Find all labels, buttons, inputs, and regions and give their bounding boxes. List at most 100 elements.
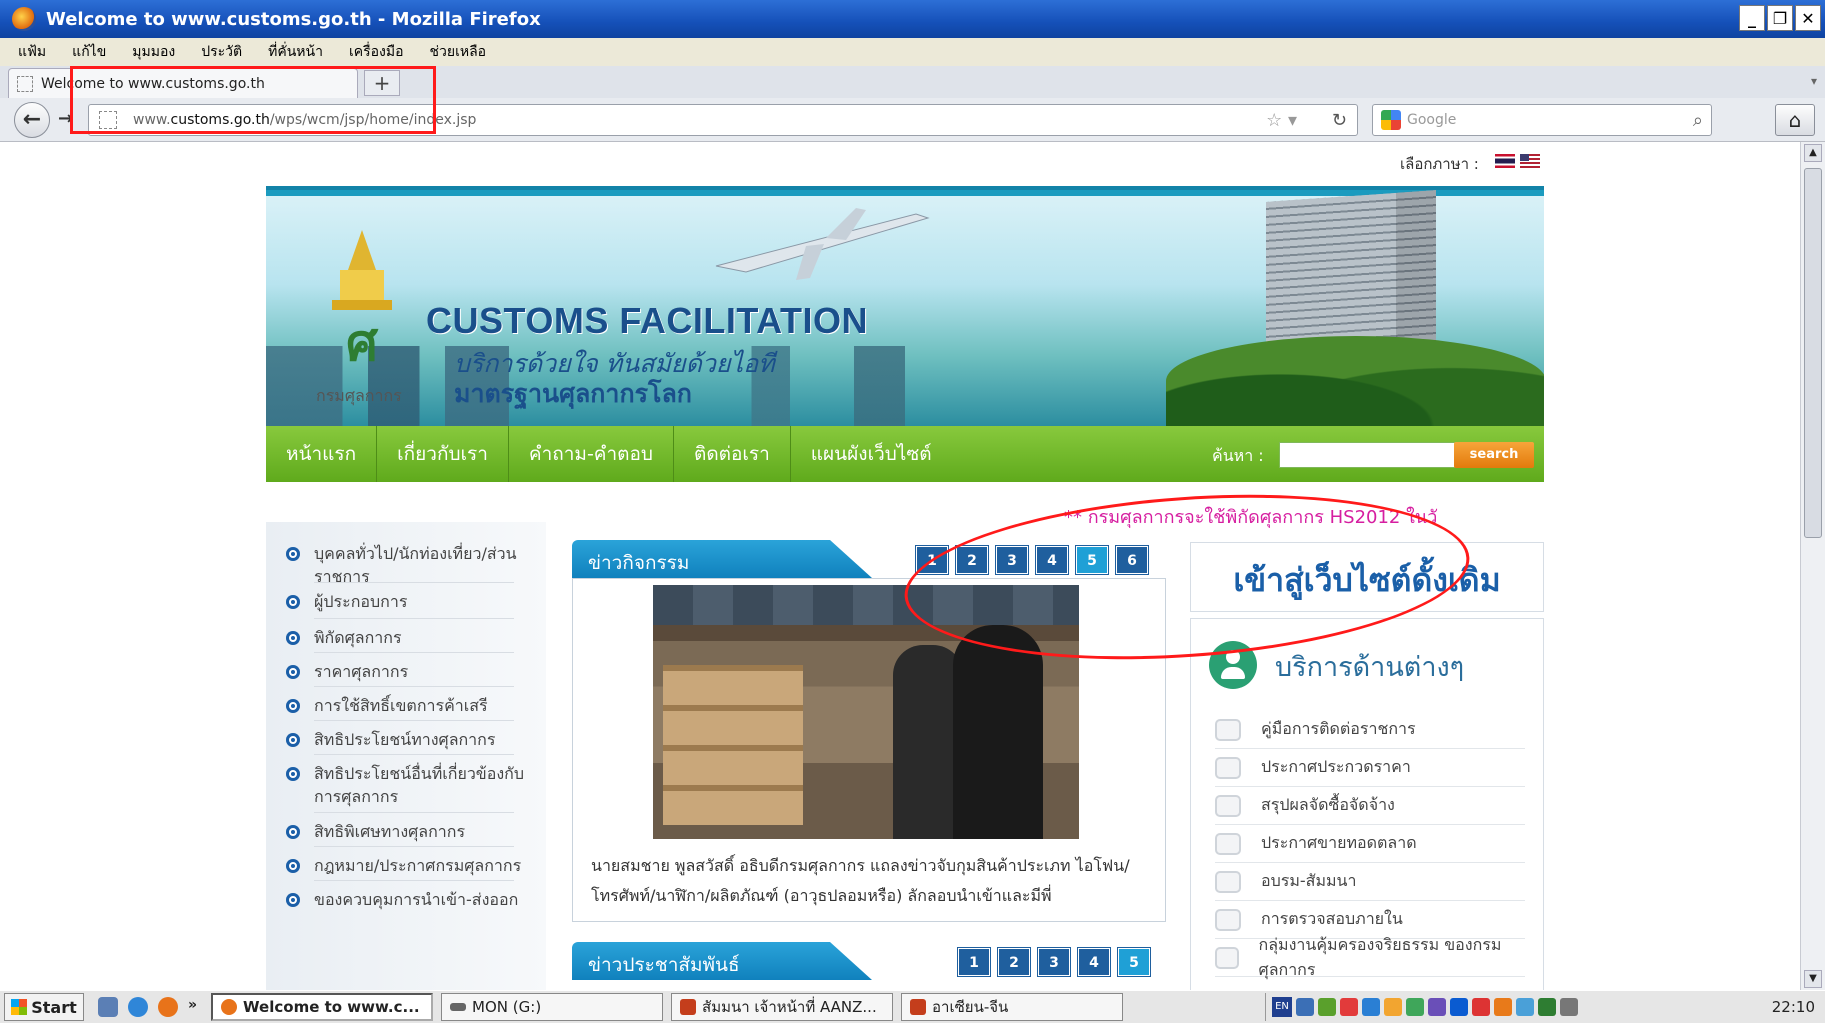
system-tray: EN 22:10 xyxy=(1265,993,1825,1021)
tray-icon[interactable] xyxy=(1340,998,1358,1016)
menu-divider xyxy=(314,582,514,583)
url-highlight-rectangle xyxy=(70,66,436,134)
back-button[interactable]: ← xyxy=(14,102,50,138)
site-search-button[interactable]: search xyxy=(1454,442,1534,468)
menu-history[interactable]: ประวัติ xyxy=(201,41,242,63)
document-icon xyxy=(1215,946,1239,969)
nav-home[interactable]: หน้าแรก xyxy=(266,426,378,482)
service-link[interactable]: คู่มือการติดต่อราชการ xyxy=(1215,711,1525,749)
tray-icon[interactable] xyxy=(1560,998,1578,1016)
nav-contact[interactable]: ติดต่อเรา xyxy=(674,426,791,482)
services-panel: บริการด้านต่างๆ คู่มือการติดต่อราชการ ประ… xyxy=(1190,618,1544,990)
search-placeholder: Google xyxy=(1407,112,1457,128)
pr-page-button[interactable]: 1 xyxy=(958,948,990,976)
nav-sitemap[interactable]: แผนผังเว็บไซต์ xyxy=(791,426,952,482)
language-indicator[interactable]: EN xyxy=(1272,997,1292,1017)
left-menu-label: สิทธิพิเศษทางศุลกากร xyxy=(314,822,466,841)
taskbar-item-powerpoint-2[interactable]: อาเซียน-จีน xyxy=(901,993,1124,1021)
tray-icon[interactable] xyxy=(1494,998,1512,1016)
home-button[interactable]: ⌂ xyxy=(1775,104,1815,136)
left-menu-item[interactable]: สิทธิพิเศษทางศุลกากร xyxy=(286,820,526,843)
services-title: บริการด้านต่างๆ xyxy=(1275,652,1465,683)
service-link[interactable]: ประกาศขายทอดตลาด xyxy=(1215,825,1525,863)
menu-tools[interactable]: เครื่องมือ xyxy=(349,41,404,63)
magnifier-icon[interactable]: ⌕ xyxy=(1693,110,1703,131)
thai-flag-icon[interactable] xyxy=(1495,154,1515,168)
news-caption[interactable]: นายสมชาย พูลสวัสดิ์ อธิบดีกรมศุลกากร แถล… xyxy=(591,851,1151,917)
nav-about[interactable]: เกี่ยวกับเรา xyxy=(377,426,509,482)
pr-page-button[interactable]: 3 xyxy=(1038,948,1070,976)
vertical-scrollbar[interactable]: ▲ ▼ xyxy=(1800,142,1825,990)
left-menu-item[interactable]: พิกัดศุลกากร xyxy=(286,626,526,649)
bluetooth-icon[interactable] xyxy=(1450,998,1468,1016)
scroll-up-icon[interactable]: ▲ xyxy=(1804,144,1822,162)
tray-icon[interactable] xyxy=(1472,998,1490,1016)
bookmark-star-icon[interactable]: ☆ ▾ xyxy=(1266,110,1297,131)
left-menu-item[interactable]: กฎหมาย/ประกาศกรมศุลกากร xyxy=(286,854,526,877)
taskbar-clock[interactable]: 22:10 xyxy=(1772,998,1815,1016)
quick-launch-more[interactable]: » xyxy=(188,997,197,1017)
restore-button[interactable]: ❐ xyxy=(1767,5,1793,31)
service-label: กลุ่มงานคุ้มครองจริยธรรม ของกรมศุลกากร xyxy=(1258,934,1502,979)
pr-page-button[interactable]: 4 xyxy=(1078,948,1110,976)
banner-headline: CUSTOMS FACILITATION xyxy=(426,300,868,341)
minimize-button[interactable]: _ xyxy=(1739,5,1765,31)
menu-divider xyxy=(314,618,514,619)
left-menu-item[interactable]: สิทธิประโยชน์ทางศุลกากร xyxy=(286,728,526,751)
tray-icon[interactable] xyxy=(1406,998,1424,1016)
menu-edit[interactable]: แก้ไข xyxy=(72,41,106,63)
bullet-icon xyxy=(286,859,300,873)
taskbar-item-firefox[interactable]: Welcome to www.c... xyxy=(211,993,434,1021)
tab-list-arrow-icon[interactable]: ▾ xyxy=(1811,74,1817,88)
taskbar-item-label: Welcome to www.c... xyxy=(243,998,420,1016)
news-heading: ข่าวกิจกรรม xyxy=(572,540,872,578)
internet-explorer-icon[interactable] xyxy=(128,997,148,1017)
pr-pager: 1 2 3 4 5 xyxy=(958,948,1150,976)
menu-divider xyxy=(314,880,514,881)
reload-icon[interactable]: ↻ xyxy=(1332,110,1347,131)
service-link[interactable]: ประกาศประกวดราคา xyxy=(1215,749,1525,787)
department-name: กรมศุลกากร xyxy=(316,386,402,405)
english-flag-icon[interactable] xyxy=(1520,154,1540,168)
left-menu-item[interactable]: ผู้ประกอบการ xyxy=(286,590,526,613)
menu-help[interactable]: ช่วยเหลือ xyxy=(430,41,487,63)
service-label: ประกาศขายทอดตลาด xyxy=(1261,833,1417,852)
service-link[interactable]: สรุปผลจัดซื้อจัดจ้าง xyxy=(1215,787,1525,825)
menu-file[interactable]: แฟ้ม xyxy=(18,41,46,63)
left-menu-item[interactable]: ราคาศุลกากร xyxy=(286,660,526,683)
taskbar-item-drive[interactable]: MON (G:) xyxy=(441,993,664,1021)
tray-icon[interactable] xyxy=(1296,998,1314,1016)
taskbar-item-label: สัมมนา เจ้าหน้าที่ AANZ... xyxy=(702,998,877,1016)
scroll-down-icon[interactable]: ▼ xyxy=(1804,970,1822,988)
menu-bookmarks[interactable]: ที่คั่นหน้า xyxy=(268,41,323,63)
pr-page-button[interactable]: 5 xyxy=(1118,948,1150,976)
left-menu-item[interactable]: การใช้สิทธิ์เขตการค้าเสรี xyxy=(286,694,526,717)
scroll-thumb[interactable] xyxy=(1804,168,1822,538)
nav-faq[interactable]: คำถาม-คำตอบ xyxy=(509,426,674,482)
tray-icon[interactable] xyxy=(1362,998,1380,1016)
menu-view[interactable]: มุมมอง xyxy=(132,41,175,63)
search-bar[interactable]: Google ⌕ xyxy=(1372,104,1712,136)
tray-icon[interactable] xyxy=(1538,998,1556,1016)
left-menu-label: พิกัดศุลกากร xyxy=(314,628,402,647)
start-button[interactable]: Start xyxy=(4,993,84,1021)
taskbar-item-powerpoint-1[interactable]: สัมมนา เจ้าหน้าที่ AANZ... xyxy=(671,993,894,1021)
close-button[interactable]: ✕ xyxy=(1795,5,1821,31)
pr-page-button[interactable]: 2 xyxy=(998,948,1030,976)
tray-icon[interactable] xyxy=(1318,998,1336,1016)
firefox-icon[interactable] xyxy=(158,997,178,1017)
bullet-icon xyxy=(286,733,300,747)
windows-taskbar: Start » Welcome to www.c... MON (G:) สัม… xyxy=(0,990,1825,1023)
document-icon xyxy=(1215,832,1241,855)
left-menu-item[interactable]: ของควบคุมการนำเข้า-ส่งออก xyxy=(286,888,526,911)
tray-icon[interactable] xyxy=(1428,998,1446,1016)
header-banner: ศ กรมศุลกากร CUSTOMS FACILITATION บริการ… xyxy=(266,186,1544,426)
tray-icon[interactable] xyxy=(1516,998,1534,1016)
left-menu-item[interactable]: สิทธิประโยชน์อื่นที่เกี่ยวข้องกับการศุลก… xyxy=(286,762,526,808)
show-desktop-icon[interactable] xyxy=(98,997,118,1017)
google-icon[interactable] xyxy=(1381,110,1401,130)
tray-icon[interactable] xyxy=(1384,998,1402,1016)
service-link[interactable]: กลุ่มงานคุ้มครองจริยธรรม ของกรมศุลกากร xyxy=(1215,935,1525,979)
site-search-input[interactable] xyxy=(1279,442,1459,468)
service-link[interactable]: อบรม-สัมมนา xyxy=(1215,863,1525,901)
